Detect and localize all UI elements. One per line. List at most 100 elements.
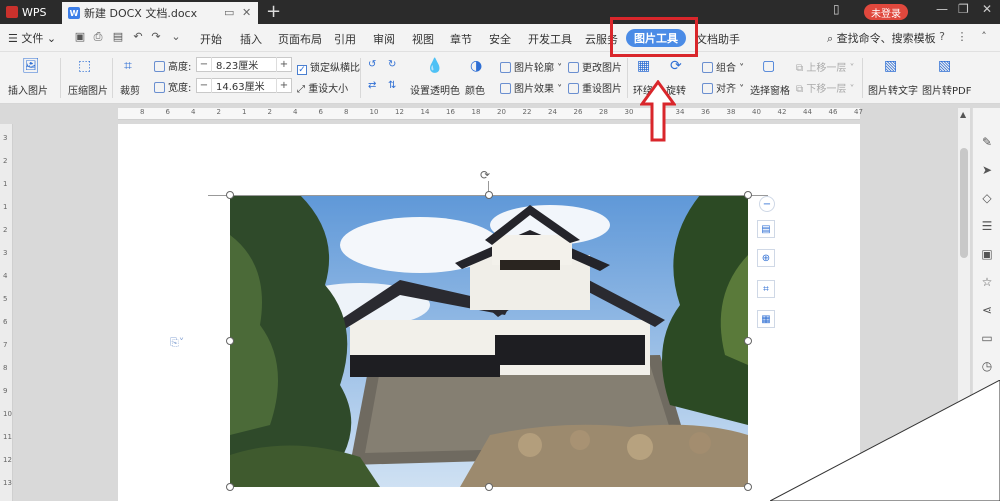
shapes-icon[interactable]: ◇ — [979, 190, 995, 206]
more-icon[interactable]: ⋮ — [956, 31, 968, 43]
archive-icon[interactable]: ▭ — [979, 330, 995, 346]
collapse-float-icon[interactable]: − — [759, 196, 775, 212]
document-tab[interactable]: W 新建 DOCX 文档.docx ▭ ✕ — [62, 2, 258, 24]
picture-outline-button[interactable]: 图片轮廓 ˅ — [500, 59, 562, 74]
undo-icon[interactable]: ↶ — [132, 31, 144, 43]
menu-start[interactable]: 开始 — [200, 31, 222, 47]
pen-icon[interactable]: ✎ — [979, 134, 995, 150]
save-icon[interactable]: ▣ — [74, 31, 86, 43]
quick-access-dropdown-icon[interactable]: ⌄ — [170, 31, 182, 43]
login-button[interactable]: 未登录 — [864, 4, 908, 20]
tab-close-icon[interactable]: ✕ — [242, 6, 251, 19]
tab-monitor-icon[interactable]: ▭ — [224, 6, 234, 19]
change-picture-button[interactable]: 更改图片 — [568, 59, 622, 74]
cursor-icon[interactable]: ➤ — [979, 162, 995, 178]
rotate-right-icon[interactable]: ↻ — [388, 59, 396, 70]
vertical-ruler[interactable]: 3 2 1 1 2 3 4 5 6 7 8 9 10 11 12 13 — [0, 124, 13, 501]
menu-insert[interactable]: 插入 — [240, 31, 262, 47]
reset-picture-button[interactable]: 重设图片 — [568, 80, 622, 95]
resize-handle-right[interactable] — [744, 337, 752, 345]
menu-chapter[interactable]: 章节 — [450, 31, 472, 47]
pic-to-pdf-button[interactable]: 图片转PDF — [922, 82, 971, 97]
width-increase[interactable]: + — [277, 80, 291, 91]
insert-picture-button[interactable]: 插入图片 — [8, 82, 48, 97]
sidebar-toggle-icon[interactable]: ▯ — [833, 2, 840, 16]
pic-to-text-float-icon[interactable]: ▦ — [757, 310, 775, 328]
compress-picture-icon[interactable]: ⬚ — [78, 58, 91, 74]
rotate-handle-icon[interactable]: ⟳ — [480, 168, 490, 182]
resize-handle-bottom-right[interactable] — [744, 483, 752, 491]
rotate-icon[interactable]: ⟳ — [670, 58, 682, 74]
menu-security[interactable]: 安全 — [489, 31, 511, 47]
share-icon[interactable]: ⋖ — [979, 302, 995, 318]
pic-to-text-icon[interactable]: ▧ — [884, 58, 897, 74]
print-preview-icon[interactable]: ▤ — [112, 31, 124, 43]
history-icon[interactable]: ◷ — [979, 358, 995, 374]
height-value[interactable]: 8.23厘米 — [211, 57, 277, 72]
redo-icon[interactable]: ↷ — [150, 31, 162, 43]
help-icon[interactable]: ? — [936, 31, 948, 43]
transparent-color-icon[interactable]: 💧 — [426, 58, 443, 74]
flip-vertical-icon[interactable]: ⇅ — [388, 80, 396, 91]
set-transparent-button[interactable]: 设置透明色 — [410, 82, 460, 97]
width-stepper[interactable]: − 14.63厘米 + — [196, 78, 292, 93]
layout-options-icon[interactable]: ▤ — [757, 220, 775, 238]
lock-ratio-checkbox[interactable]: ✓ 锁定纵横比 — [297, 59, 360, 75]
crop-button[interactable]: 裁剪 — [120, 82, 140, 97]
resize-handle-left[interactable] — [226, 337, 234, 345]
color-button[interactable]: 颜色 — [465, 82, 485, 97]
height-increase[interactable]: + — [277, 59, 291, 70]
horizontal-ruler[interactable]: 8642124681012141618202224262830323436384… — [118, 108, 863, 120]
selection-pane-button[interactable]: 选择窗格 — [750, 82, 790, 97]
scrollbar-thumb[interactable] — [960, 148, 968, 258]
height-decrease[interactable]: − — [197, 59, 211, 70]
menu-developer[interactable]: 开发工具 — [528, 31, 572, 47]
new-tab-button[interactable]: + — [266, 1, 281, 22]
scroll-up-icon[interactable]: ▲ — [960, 110, 966, 119]
selection-pane-icon[interactable]: ▢ — [762, 58, 775, 74]
insert-picture-icon[interactable]: 🖼 — [22, 58, 40, 74]
align-button[interactable]: 对齐 ˅ — [702, 80, 744, 95]
star-icon[interactable]: ☆ — [979, 274, 995, 290]
move-down-button[interactable]: ⧉ 下移一层 ˅ — [796, 80, 855, 95]
collapse-ribbon-icon[interactable]: ˄ — [978, 31, 990, 43]
height-stepper[interactable]: − 8.23厘米 + — [196, 57, 292, 72]
flip-horizontal-icon[interactable]: ⇄ — [368, 80, 376, 91]
close-window-icon[interactable]: ✕ — [982, 2, 992, 16]
settings-sliders-icon[interactable]: ☰ — [979, 218, 995, 234]
search-command[interactable]: ⌕ 查找命令、搜索模板 — [827, 30, 936, 46]
picture-effect-button[interactable]: 图片效果 ˅ — [500, 80, 562, 95]
rotate-left-icon[interactable]: ↺ — [368, 59, 376, 70]
reset-size-button[interactable]: ⤢ 重设大小 — [297, 80, 348, 95]
castle-photo[interactable] — [230, 195, 748, 487]
pic-to-pdf-icon[interactable]: ▧ — [938, 58, 951, 74]
crop-icon[interactable]: ⌗ — [124, 58, 132, 74]
compress-picture-button[interactable]: 压缩图片 — [68, 82, 108, 97]
file-menu[interactable]: ☰ 文件 ⌄ — [8, 30, 56, 46]
menu-doc-assistant[interactable]: 文档助手 — [696, 31, 740, 47]
group-button[interactable]: 组合 ˅ — [702, 59, 744, 74]
menu-view[interactable]: 视图 — [412, 31, 434, 47]
menu-review[interactable]: 审阅 — [373, 31, 395, 47]
pic-to-text-button[interactable]: 图片转文字 — [868, 82, 918, 97]
wps-home-tab[interactable]: WPS — [0, 0, 60, 24]
image-gallery-icon[interactable]: ▣ — [979, 246, 995, 262]
minimize-icon[interactable]: — — [936, 2, 948, 16]
resize-handle-bottom[interactable] — [485, 483, 493, 491]
resize-handle-top[interactable] — [485, 191, 493, 199]
resize-handle-top-right[interactable] — [744, 191, 752, 199]
wrap-icon[interactable]: ▦ — [637, 58, 650, 74]
menu-references[interactable]: 引用 — [334, 31, 356, 47]
width-value[interactable]: 14.63厘米 — [211, 78, 277, 93]
move-up-button[interactable]: ⧉ 上移一层 ˅ — [796, 59, 855, 74]
paragraph-options-icon[interactable]: ⎘˅ — [170, 336, 184, 350]
color-icon[interactable]: ◑ — [470, 58, 482, 74]
width-decrease[interactable]: − — [197, 80, 211, 91]
menu-page-layout[interactable]: 页面布局 — [278, 31, 322, 47]
zoom-preview-icon[interactable]: ⊕ — [757, 249, 775, 267]
restore-icon[interactable]: ❐ — [958, 2, 969, 16]
resize-handle-top-left[interactable] — [226, 191, 234, 199]
crop-float-icon[interactable]: ⌗ — [757, 280, 775, 298]
resize-handle-bottom-left[interactable] — [226, 483, 234, 491]
print-icon[interactable]: ⎙ — [92, 31, 104, 43]
